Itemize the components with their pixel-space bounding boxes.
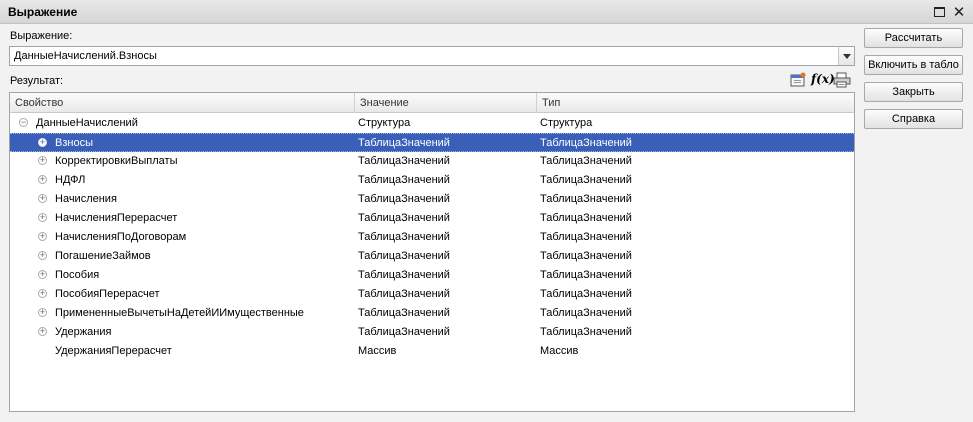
cell-property: Пособия (55, 269, 100, 281)
table-row[interactable]: + Пособия ТаблицаЗначений ТаблицаЗначений (10, 266, 854, 285)
cell-property: Начисления (55, 193, 117, 205)
table-row[interactable]: + ПримененныеВычетыНаДетейИИмущественные Т… (10, 304, 854, 323)
cell-type: Массив (540, 345, 579, 357)
expand-icon[interactable]: + (38, 175, 47, 184)
window-title: Выражение (8, 5, 78, 19)
expand-icon[interactable]: + (38, 138, 47, 147)
cell-property: ПособияПерерасчет (55, 288, 160, 300)
table-header: Свойство Значение Тип (10, 93, 854, 113)
cell-value: Массив (358, 345, 397, 357)
calculate-button[interactable]: Рассчитать (864, 28, 963, 48)
cell-value: ТаблицаЗначений (358, 269, 450, 281)
chevron-down-icon (842, 53, 851, 59)
table-row[interactable]: + ПособияПерерасчет ТаблицаЗначений Таблица… (10, 285, 854, 304)
cell-type: ТаблицаЗначений (540, 231, 632, 243)
cell-property: НачисленияПоДоговорам (55, 231, 187, 243)
cell-property: УдержанияПерерасчет (55, 345, 172, 357)
expand-icon[interactable]: + (38, 194, 47, 203)
cell-property: ДанныеНачислений (36, 117, 138, 129)
column-header-value[interactable]: Значение (355, 93, 537, 113)
result-label: Результат: (10, 75, 64, 87)
expand-icon[interactable]: + (38, 289, 47, 298)
table-row[interactable]: + НачисленияПерерасчет ТаблицаЗначений Табл… (10, 209, 854, 228)
table-row[interactable]: + НачисленияПоДоговорам ТаблицаЗначений Таб… (10, 228, 854, 247)
cell-property: Удержания (55, 326, 112, 338)
cell-type: Структура (540, 117, 593, 129)
cell-type: ТаблицаЗначений (540, 137, 632, 149)
cell-value: ТаблицаЗначений (358, 155, 450, 167)
cell-type: ТаблицаЗначений (540, 326, 632, 338)
print-icon[interactable] (833, 72, 851, 88)
cell-type: ТаблицаЗначений (540, 269, 632, 281)
expand-icon[interactable]: + (38, 251, 47, 260)
cell-value: ТаблицаЗначений (358, 326, 450, 338)
result-table[interactable]: Свойство Значение Тип − ДанныеНачислений С… (9, 92, 855, 412)
column-header-type[interactable]: Тип (537, 93, 854, 113)
cell-value: ТаблицаЗначений (358, 250, 450, 262)
table-row[interactable]: + ПогашениеЗаймов ТаблицаЗначений ТаблицаЗн… (10, 247, 854, 266)
table-row[interactable]: + НДФЛ ТаблицаЗначений ТаблицаЗначений (10, 171, 854, 190)
cell-type: ТаблицаЗначений (540, 288, 632, 300)
column-header-property[interactable]: Свойство (10, 93, 355, 113)
close-icon[interactable]: ✕ (951, 4, 967, 20)
cell-property: Взносы (55, 137, 93, 149)
expand-icon[interactable]: + (38, 270, 47, 279)
window-icon[interactable] (789, 72, 807, 88)
cell-value: ТаблицаЗначений (358, 137, 450, 149)
cell-type: ТаблицаЗначений (540, 307, 632, 319)
add-to-board-button[interactable]: Включить в табло (864, 55, 963, 75)
expand-icon[interactable]: + (38, 327, 47, 336)
collapse-icon[interactable]: − (19, 118, 28, 127)
function-icon[interactable]: f(x) (811, 72, 835, 88)
cell-value: ТаблицаЗначений (358, 307, 450, 319)
table-row[interactable]: + Начисления ТаблицаЗначений ТаблицаЗначени… (10, 190, 854, 209)
cell-property: ПогашениеЗаймов (55, 250, 151, 262)
maximize-icon[interactable] (931, 4, 947, 20)
expression-label: Выражение: (10, 30, 73, 42)
cell-type: ТаблицаЗначений (540, 155, 632, 167)
cell-value: ТаблицаЗначений (358, 288, 450, 300)
cell-type: ТаблицаЗначений (540, 193, 632, 205)
cell-type: ТаблицаЗначений (540, 250, 632, 262)
cell-value: ТаблицаЗначений (358, 174, 450, 186)
cell-property: ПримененныеВычетыНаДетейИИмущественные (55, 307, 304, 319)
cell-type: ТаблицаЗначений (540, 174, 632, 186)
cell-property: КорректировкиВыплаты (55, 155, 178, 167)
expand-icon[interactable]: + (38, 308, 47, 317)
cell-value: ТаблицаЗначений (358, 193, 450, 205)
table-row[interactable]: + Взносы ТаблицаЗначений ТаблицаЗначений (10, 133, 854, 152)
cell-value: ТаблицаЗначений (358, 231, 450, 243)
expression-dropdown-button[interactable] (838, 47, 854, 65)
expand-icon[interactable]: + (38, 156, 47, 165)
title-bar: Выражение ✕ (0, 0, 973, 24)
expand-icon[interactable]: + (38, 213, 47, 222)
table-row[interactable]: − ДанныеНачислений Структура Структура (10, 114, 854, 133)
close-button[interactable]: Закрыть (864, 82, 963, 102)
cell-property: НачисленияПерерасчет (55, 212, 178, 224)
table-row[interactable]: УдержанияПерерасчет Массив Массив (10, 342, 854, 361)
cell-property: НДФЛ (55, 174, 86, 186)
table-row[interactable]: + Удержания ТаблицаЗначений ТаблицаЗначений (10, 323, 854, 342)
cell-type: ТаблицаЗначений (540, 212, 632, 224)
expression-value[interactable]: ДанныеНачислений.Взносы (14, 50, 157, 62)
cell-value: ТаблицаЗначений (358, 212, 450, 224)
table-row[interactable]: + КорректировкиВыплаты ТаблицаЗначений Табл… (10, 152, 854, 171)
help-button[interactable]: Справка (864, 109, 963, 129)
expand-icon[interactable]: + (38, 232, 47, 241)
cell-value: Структура (358, 117, 411, 129)
expression-input[interactable]: ДанныеНачислений.Взносы (9, 46, 855, 66)
